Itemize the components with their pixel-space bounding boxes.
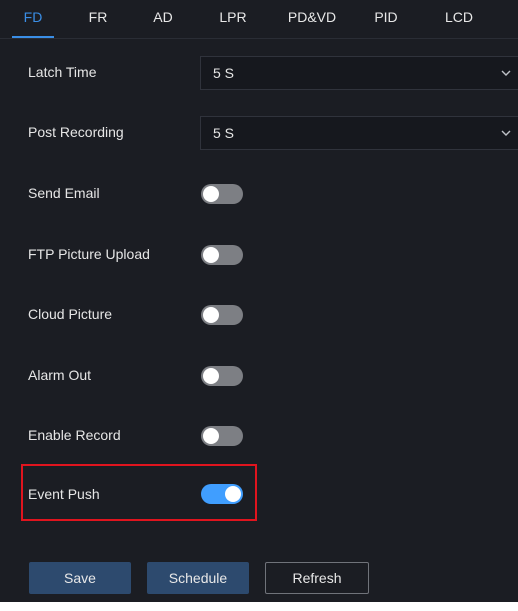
enable-record-label: Enable Record — [28, 427, 121, 443]
save-button[interactable]: Save — [29, 562, 131, 594]
tab-fr[interactable]: FR — [82, 0, 114, 36]
toggle-knob — [203, 247, 219, 263]
enable-record-toggle[interactable] — [201, 426, 243, 446]
toggle-knob — [203, 368, 219, 384]
send-email-toggle[interactable] — [201, 184, 243, 204]
latch-time-select[interactable]: 5 S — [200, 56, 518, 90]
tab-lpr[interactable]: LPR — [212, 0, 254, 36]
ftp-picture-upload-toggle[interactable] — [201, 245, 243, 265]
tab-pd-vd[interactable]: PD&VD — [284, 0, 340, 36]
chevron-down-icon — [501, 130, 511, 136]
tab-ad[interactable]: AD — [147, 0, 179, 36]
toggle-knob — [203, 428, 219, 444]
latch-time-value: 5 S — [213, 65, 235, 81]
chevron-down-icon — [501, 70, 511, 76]
tab-bar: FD FR AD LPR PD&VD PID LCD — [0, 0, 518, 39]
send-email-label: Send Email — [28, 185, 100, 201]
toggle-knob — [203, 307, 219, 323]
alarm-out-label: Alarm Out — [28, 367, 92, 383]
event-push-label: Event Push — [28, 486, 100, 502]
schedule-button[interactable]: Schedule — [147, 562, 249, 594]
cloud-picture-toggle[interactable] — [201, 305, 243, 325]
post-recording-select[interactable]: 5 S — [200, 116, 518, 150]
post-recording-value: 5 S — [213, 125, 235, 141]
cloud-picture-label: Cloud Picture — [28, 306, 113, 322]
latch-time-label: Latch Time — [28, 64, 97, 80]
toggle-knob — [203, 186, 219, 202]
alarm-out-toggle[interactable] — [201, 366, 243, 386]
tab-lcd[interactable]: LCD — [439, 0, 479, 36]
alarm-settings-panel: FD FR AD LPR PD&VD PID LCD Latch Time 5 … — [0, 0, 518, 602]
toggle-knob — [225, 486, 241, 502]
tab-fd[interactable]: FD — [12, 0, 54, 38]
post-recording-label: Post Recording — [28, 124, 124, 140]
tab-pid[interactable]: PID — [369, 0, 403, 36]
refresh-button[interactable]: Refresh — [265, 562, 369, 594]
ftp-picture-upload-label: FTP Picture Upload — [28, 246, 150, 262]
event-push-toggle[interactable] — [201, 484, 243, 504]
